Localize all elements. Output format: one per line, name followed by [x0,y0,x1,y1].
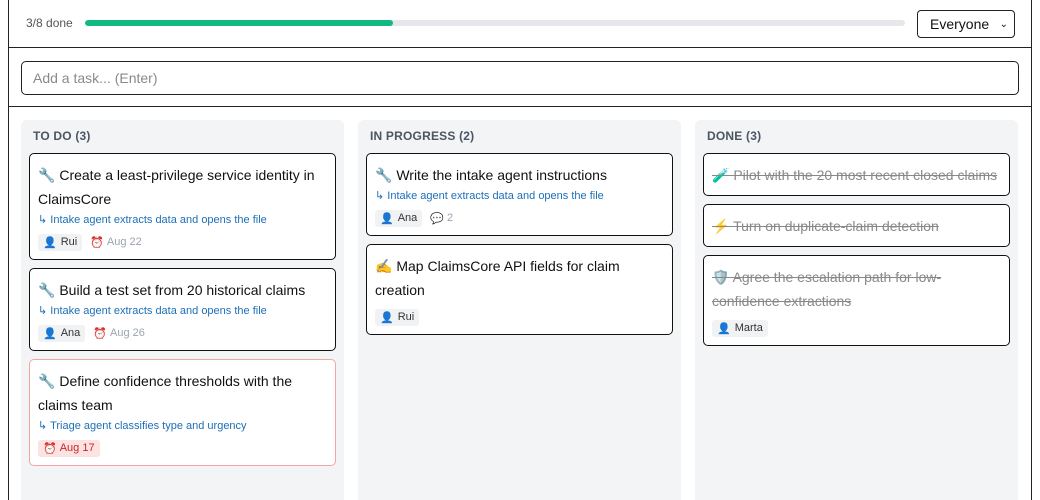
assignee-chip[interactable]: 👤 Ana [38,324,86,342]
due-date: ⏰ Aug 26 [93,327,145,340]
person-icon: 👤 [380,311,394,324]
comment-count: 💬 2 [430,212,454,225]
task-title: 🔧 Define confidence thresholds with the … [38,373,293,413]
progress-bar-row: 3/8 done Everyone ⌄ [9,0,1031,48]
task-title: ✍️ Map ClaimsCore API fields for claim c… [375,258,620,298]
test-tube-icon: 🧪 [712,167,730,183]
wrench-icon: 🔧 [38,282,56,298]
progress-fill [85,20,393,26]
alarm-clock-icon: ⏰ [90,236,104,249]
column-header: IN PROGRESS (2) [370,129,475,143]
overdue-date-badge: ⏰ Aug 17 [38,439,100,457]
task-title: 🧪 Pilot with the 20 most recent closed c… [712,167,998,183]
speech-bubble-icon: 💬 [430,212,444,225]
column-header: TO DO (3) [33,129,91,143]
task-card[interactable]: 🔧 Write the intake agent instructions ↳ … [366,153,673,236]
person-icon: 👤 [380,212,394,225]
wrench-icon: 🔧 [38,167,56,183]
progress-label: 3/8 done [26,16,73,30]
task-title: 🔧 Write the intake agent instructions [375,167,607,183]
column-done: DONE (3) 🧪 Pilot with the 20 most recent… [695,120,1018,500]
task-meta: ⏰ Aug 17 [38,439,327,457]
shield-icon: 🛡️ [712,269,730,285]
alarm-clock-icon: ⏰ [43,442,57,455]
column-todo: TO DO (3) 🔧 Create a least-privilege ser… [21,120,344,500]
writing-hand-icon: ✍️ [375,258,393,274]
task-card-done[interactable]: 🛡️ Agree the escalation path for low-con… [703,255,1010,346]
task-card[interactable]: ✍️ Map ClaimsCore API fields for claim c… [366,244,673,335]
task-title: 🔧 Create a least-privilege service ident… [38,167,315,207]
parent-task-link[interactable]: ↳ Intake agent extracts data and opens t… [38,304,327,318]
board-frame: 3/8 done Everyone ⌄ TO DO (3) 🔧 Create a… [8,0,1032,500]
task-title: 🔧 Build a test set from 20 historical cl… [38,282,306,298]
wrench-icon: 🔧 [38,373,56,389]
add-task-input[interactable] [21,61,1019,95]
task-meta: 👤 Rui ⏰ Aug 22 [38,233,327,251]
task-card-done[interactable]: ⚡ Turn on duplicate-claim detection [703,204,1010,247]
parent-task-link[interactable]: ↳ Intake agent extracts data and opens t… [38,213,327,227]
assignee-chip[interactable]: 👤 Ana [375,209,423,227]
task-meta: 👤 Marta [712,319,1001,337]
assignee-chip[interactable]: 👤 Marta [712,319,768,337]
column-in-progress: IN PROGRESS (2) 🔧 Write the intake agent… [358,120,681,500]
add-task-row [9,48,1031,107]
due-date: ⏰ Aug 22 [90,236,142,249]
column-header: DONE (3) [707,129,762,143]
task-meta: 👤 Ana 💬 2 [375,209,664,227]
progress-track [85,20,905,26]
task-card-done[interactable]: 🧪 Pilot with the 20 most recent closed c… [703,153,1010,196]
chevron-down-icon: ⌄ [999,18,1008,30]
task-title: ⚡ Turn on duplicate-claim detection [712,218,939,234]
assignee-filter-select[interactable]: Everyone ⌄ [917,10,1015,38]
task-card[interactable]: 🔧 Create a least-privilege service ident… [29,153,336,260]
task-title: 🛡️ Agree the escalation path for low-con… [712,269,942,309]
person-icon: 👤 [717,322,731,335]
person-icon: 👤 [43,327,57,340]
assignee-chip[interactable]: 👤 Rui [375,308,420,326]
task-meta: 👤 Rui [375,308,664,326]
parent-task-link[interactable]: ↳ Triage agent classifies type and urgen… [38,419,327,433]
person-icon: 👤 [43,236,57,249]
task-meta: 👤 Ana ⏰ Aug 26 [38,324,327,342]
lightning-icon: ⚡ [712,218,730,234]
parent-task-link[interactable]: ↳ Intake agent extracts data and opens t… [375,189,664,203]
alarm-clock-icon: ⏰ [93,327,107,340]
wrench-icon: 🔧 [375,167,393,183]
task-card-overdue[interactable]: 🔧 Define confidence thresholds with the … [29,359,336,466]
task-card[interactable]: 🔧 Build a test set from 20 historical cl… [29,268,336,351]
assignee-filter-value: Everyone [930,16,990,32]
assignee-chip[interactable]: 👤 Rui [38,233,83,251]
